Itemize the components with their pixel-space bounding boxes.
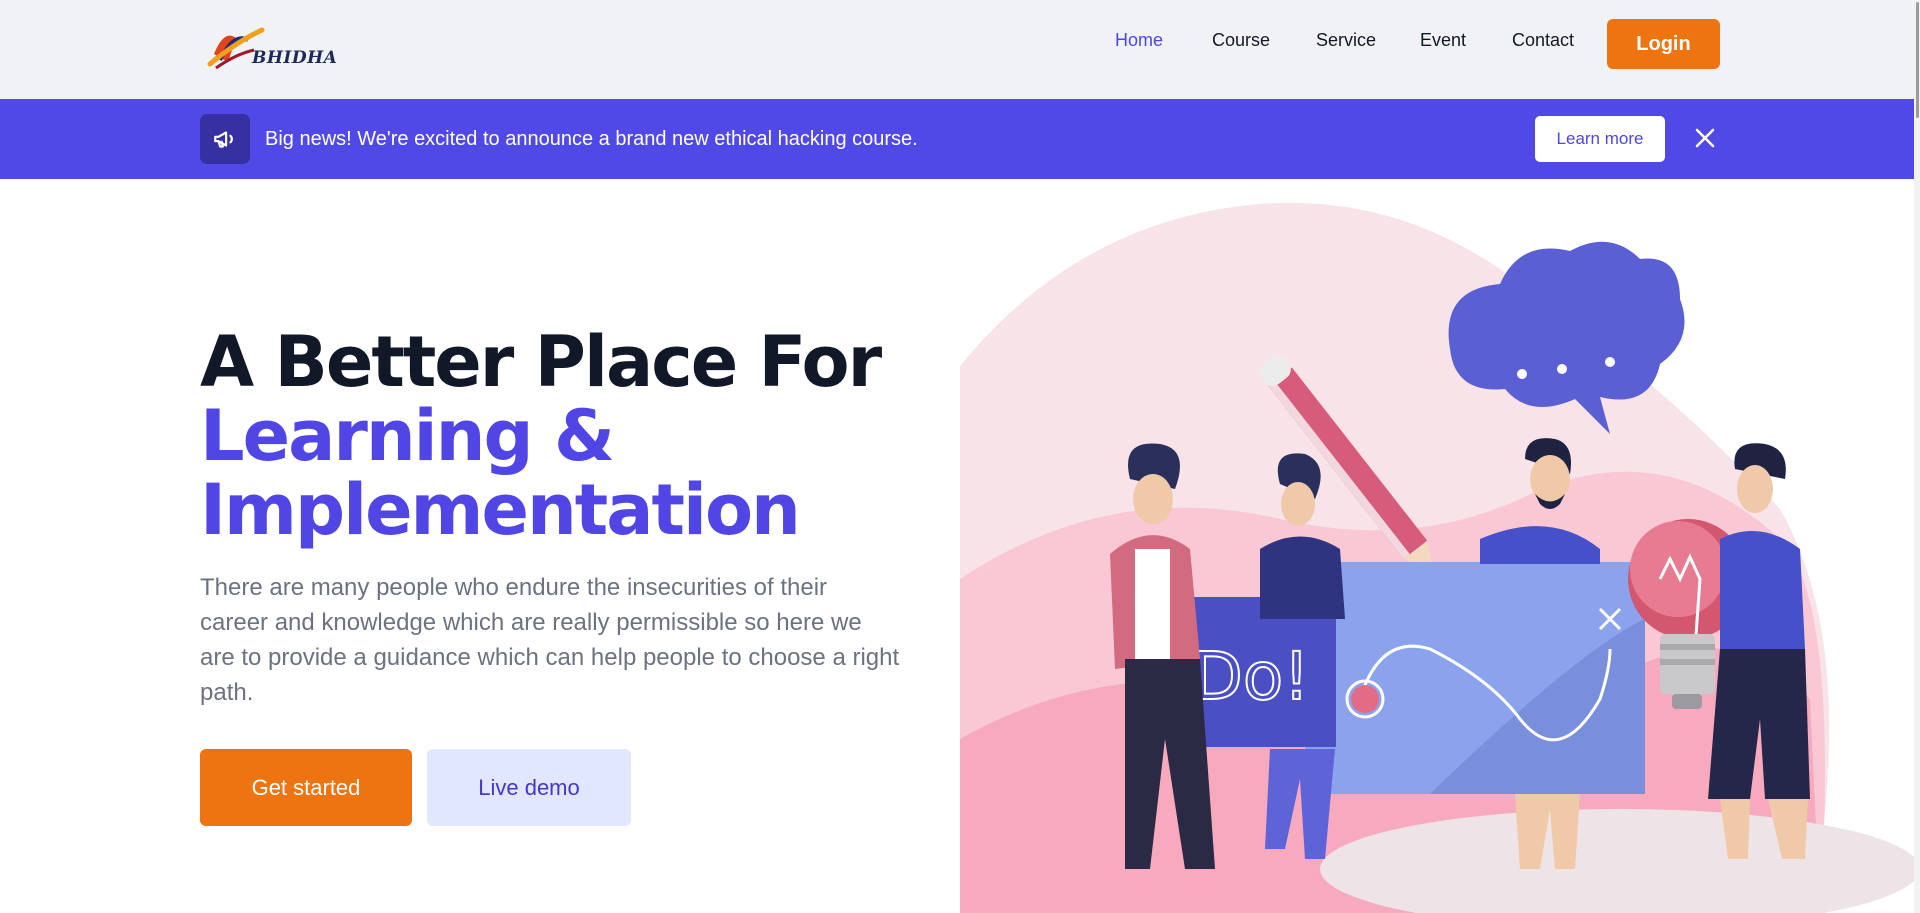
login-button[interactable]: Login [1607,19,1720,69]
logo-text: BHIDHA [252,48,338,68]
nav-service[interactable]: Service [1316,30,1376,51]
top-navbar: BHIDHA Home Course Service Event Contact… [0,0,1920,99]
learn-more-button[interactable]: Learn more [1535,116,1665,162]
live-demo-button[interactable]: Live demo [427,749,631,826]
hero-title-line2b: Implementation [200,469,801,551]
megaphone-icon [200,114,250,164]
hero-title: A Better Place For Learning & Implementa… [200,321,882,551]
nav-contact[interactable]: Contact [1512,30,1574,51]
hero-illustration: Do! [960,179,1920,913]
page-scrollbar[interactable] [1914,0,1920,913]
scrollbar-thumb[interactable] [1916,2,1919,118]
nav-course[interactable]: Course [1212,30,1270,51]
blue-board [1305,562,1645,794]
announcement-text: Big news! We're excited to announce a br… [265,128,918,150]
site-logo[interactable]: BHIDHA [206,24,337,74]
get-started-button[interactable]: Get started [200,749,412,826]
hero-description: There are many people who endure the ins… [200,574,900,706]
close-icon[interactable] [1690,123,1720,153]
nav-event[interactable]: Event [1420,30,1466,51]
board-text: Do! [1192,638,1310,715]
hero-title-line2a: Learning & [200,395,615,477]
hero-title-line1: A Better Place For [200,321,882,403]
announcement-banner: Big news! We're excited to announce a br… [0,99,1920,179]
nav-home[interactable]: Home [1115,30,1163,51]
